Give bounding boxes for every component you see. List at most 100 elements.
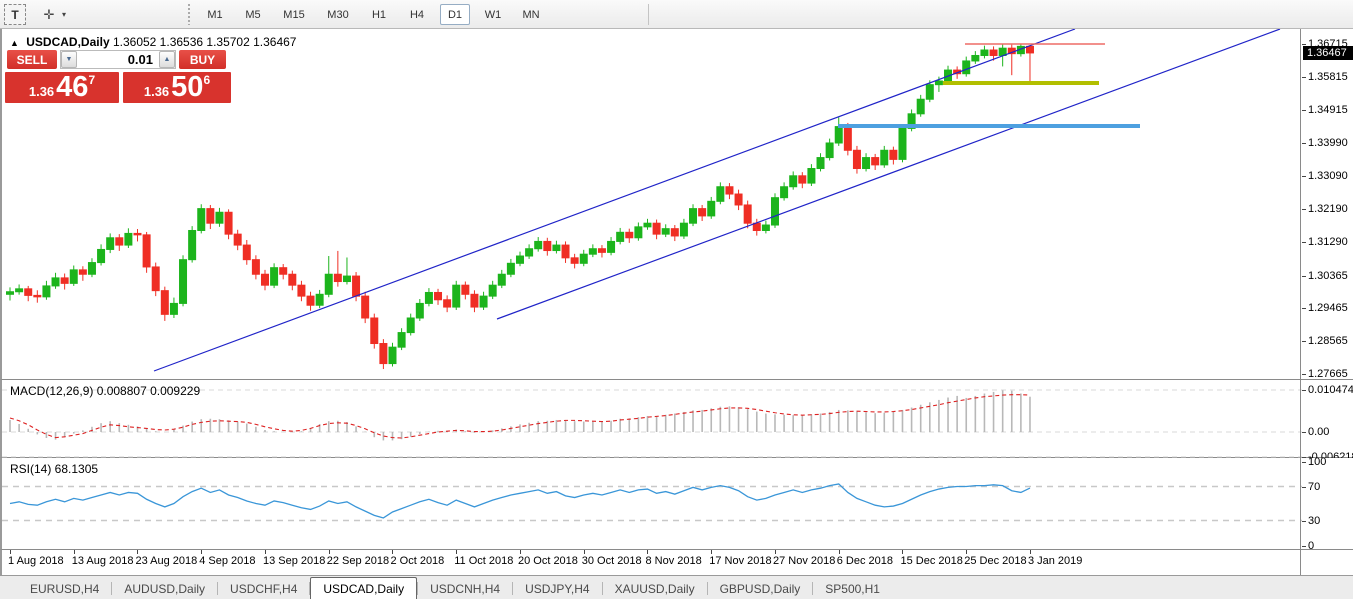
price-axis-label: 1.32190 [1308, 203, 1348, 215]
date-tick [902, 550, 903, 554]
symbol-tab-bar: EURUSD,H4AUDUSD,DailyUSDCHF,H4USDCAD,Dai… [0, 575, 1353, 599]
volume-decrease-button[interactable]: ▼ [61, 51, 77, 68]
rsi-axis-label: 70 [1308, 481, 1320, 493]
collapse-triangle-icon[interactable]: ▲ [10, 38, 19, 48]
date-axis-label: 23 Aug 2018 [135, 555, 197, 567]
date-axis-label: 25 Dec 2018 [964, 555, 1026, 567]
timeframe-button-m15[interactable]: M15 [276, 4, 312, 25]
date-tick [201, 550, 202, 554]
price-chart-pane[interactable]: ▲ USDCAD,Daily 1.36052 1.36536 1.35702 1… [0, 29, 1353, 380]
tab-audusd[interactable]: AUDUSD,Daily [112, 579, 217, 599]
price-tick [1302, 308, 1306, 309]
rsi-indicator-pane[interactable]: RSI(14) 68.1305 10070300 [0, 458, 1353, 550]
tab-gbpusd[interactable]: GBPUSD,Daily [708, 579, 813, 599]
price-tick [1302, 374, 1306, 375]
price-tick [1302, 209, 1306, 210]
price-axis-label: 1.29465 [1308, 302, 1348, 314]
price-axis-label: 1.35815 [1308, 71, 1348, 83]
date-axis-label: 1 Aug 2018 [8, 555, 64, 567]
date-tick [520, 550, 521, 554]
date-axis-label: 11 Oct 2018 [454, 555, 513, 567]
date-tick [265, 550, 266, 554]
timeframe-button-m30[interactable]: M30 [320, 4, 356, 25]
date-tick [775, 550, 776, 554]
date-axis-label: 13 Sep 2018 [263, 555, 325, 567]
date-axis-label: 22 Sep 2018 [327, 555, 389, 567]
timeframe-button-h4[interactable]: H4 [402, 4, 432, 25]
timeframe-button-w1[interactable]: W1 [478, 4, 508, 25]
date-tick [74, 550, 75, 554]
macd-axis-label: 0.00 [1308, 426, 1329, 438]
date-axis-label: 8 Nov 2018 [645, 555, 701, 567]
rsi-tick [1302, 462, 1306, 463]
price-axis-label: 1.31290 [1308, 236, 1348, 248]
sell-price-sup: 7 [88, 73, 95, 87]
date-axis-label: 2 Oct 2018 [390, 555, 444, 567]
buy-price-box[interactable]: 1.36 50 6 [123, 72, 231, 103]
price-tick [1302, 242, 1306, 243]
volume-value[interactable]: 0.01 [77, 52, 159, 67]
sell-button[interactable]: SELL [7, 50, 57, 69]
date-tick [456, 550, 457, 554]
tab-usdcad[interactable]: USDCAD,Daily [310, 577, 417, 599]
toolbar-separator [648, 4, 649, 25]
price-tick [1302, 77, 1306, 78]
date-tick [329, 550, 330, 554]
timeframe-button-mn[interactable]: MN [516, 4, 546, 25]
macd-tick [1302, 432, 1306, 433]
sell-price-box[interactable]: 1.36 46 7 [5, 72, 119, 103]
price-tick [1302, 176, 1306, 177]
timeframe-button-d1[interactable]: D1 [440, 4, 470, 25]
price-axis-label: 1.27665 [1308, 368, 1348, 380]
tab-usdchf[interactable]: USDCHF,H4 [218, 579, 309, 599]
price-tick [1302, 44, 1306, 45]
cursor-tool-dropdown-icon[interactable]: ▾ [62, 10, 66, 19]
tab-sp500[interactable]: SP500,H1 [813, 579, 892, 599]
date-axis-label: 3 Jan 2019 [1028, 555, 1082, 567]
volume-increase-button[interactable]: ▲ [159, 51, 175, 68]
cursor-tool-icon[interactable]: ✛ [36, 4, 62, 25]
rsi-tick [1302, 487, 1306, 488]
price-axis-label: 1.34915 [1308, 104, 1348, 116]
date-tick [647, 550, 648, 554]
date-tick [1030, 550, 1031, 554]
rsi-label: RSI(14) 68.1305 [10, 462, 98, 476]
timeframe-button-m5[interactable]: M5 [238, 4, 268, 25]
price-tick [1302, 276, 1306, 277]
toolbar-drag-handle[interactable] [188, 4, 192, 25]
price-axis-label: 1.30365 [1308, 270, 1348, 282]
tab-usdcnh[interactable]: USDCNH,H4 [418, 579, 512, 599]
volume-stepper: ▼ 0.01 ▲ [60, 50, 176, 69]
chart-symbol-label: USDCAD,Daily [26, 35, 109, 49]
text-tool-icon[interactable]: T [4, 4, 26, 25]
date-axis-label: 27 Nov 2018 [773, 555, 835, 567]
date-tick [10, 550, 11, 554]
date-tick [584, 550, 585, 554]
price-tick [1302, 143, 1306, 144]
chart-ohlc-values: 1.36052 1.36536 1.35702 1.36467 [113, 35, 297, 49]
timeframe-button-h1[interactable]: H1 [364, 4, 394, 25]
macd-indicator-pane[interactable]: MACD(12,26,9) 0.008807 0.009229 0.010474… [0, 380, 1353, 458]
date-axis-label: 17 Nov 2018 [709, 555, 771, 567]
price-tick [1302, 110, 1306, 111]
chart-title: ▲ USDCAD,Daily 1.36052 1.36536 1.35702 1… [10, 35, 296, 49]
timeframe-button-m1[interactable]: M1 [200, 4, 230, 25]
tab-xauusd[interactable]: XAUUSD,Daily [603, 579, 707, 599]
price-axis-label: 1.28565 [1308, 335, 1348, 347]
date-axis-label: 20 Oct 2018 [518, 555, 578, 567]
date-axis[interactable]: 1 Aug 201813 Aug 201823 Aug 20184 Sep 20… [0, 550, 1353, 575]
tab-eurusd[interactable]: EURUSD,H4 [18, 579, 111, 599]
top-toolbar: T ✛ ▾ M1 M5 M15 M30 H1 H4 D1 W1 MN [0, 0, 1353, 29]
current-price-tag: 1.36467 [1303, 46, 1353, 60]
price-axis-label: 1.33090 [1308, 170, 1348, 182]
buy-button[interactable]: BUY [179, 50, 226, 69]
rsi-tick [1302, 521, 1306, 522]
tab-usdjpy[interactable]: USDJPY,H4 [513, 579, 601, 599]
rsi-tick [1302, 546, 1306, 547]
sell-price-small: 1.36 [29, 84, 54, 99]
date-axis-label: 4 Sep 2018 [199, 555, 255, 567]
scale-divider [1300, 29, 1301, 575]
sell-price-big: 46 [56, 73, 88, 102]
date-axis-label: 30 Oct 2018 [582, 555, 642, 567]
date-tick [711, 550, 712, 554]
